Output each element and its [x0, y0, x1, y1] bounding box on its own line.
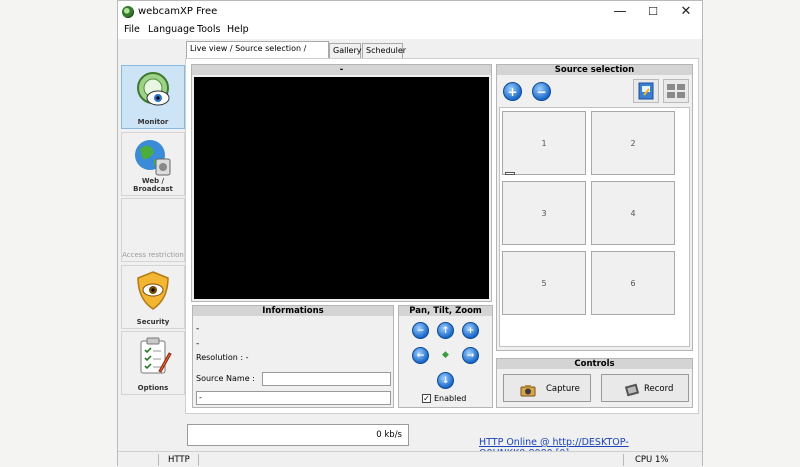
sidebar-item-access-restriction[interactable]: Access restriction: [121, 198, 185, 262]
zoom-out-button[interactable]: −: [412, 322, 429, 339]
controls-title: Controls: [497, 359, 692, 369]
preview-title: -: [192, 65, 491, 75]
info-line-1: -: [196, 324, 200, 334]
ptz-title: Pan, Tilt, Zoom: [399, 306, 492, 316]
sidebar-item-label: Web / Broadcast: [133, 177, 173, 193]
live-preview-panel: -: [191, 64, 492, 302]
tab-live-view[interactable]: Live view / Source selection / Controls: [186, 41, 329, 66]
status-separator: [198, 454, 199, 466]
arrow-right-icon: →: [466, 351, 475, 361]
ptz-panel: Pan, Tilt, Zoom − ↑ + ← ◆ → ↓ ✓ Enabled: [398, 305, 493, 408]
capture-button[interactable]: Capture: [503, 374, 591, 402]
zoom-in-button[interactable]: +: [462, 322, 479, 339]
record-button[interactable]: Record: [601, 374, 689, 402]
remove-source-button[interactable]: −: [532, 82, 551, 101]
globe-icon: [135, 140, 171, 176]
info-line-2: -: [196, 339, 200, 349]
menu-bar: File Language Tools Help: [118, 23, 702, 39]
bandwidth-value: 0 kb/s: [376, 430, 402, 440]
menu-file[interactable]: File: [124, 24, 140, 35]
ptz-center-button[interactable]: ◆: [437, 347, 454, 364]
arrow-left-icon: ←: [416, 351, 425, 361]
tilt-up-button[interactable]: ↑: [437, 322, 454, 339]
source-slot-6[interactable]: 6: [591, 251, 675, 315]
source-slot-1[interactable]: 1: [502, 111, 586, 175]
pan-left-button[interactable]: ←: [412, 347, 429, 364]
sidebar-item-label: Monitor: [137, 118, 169, 126]
app-window: webcamXP Free — ☐ ✕ File Language Tools …: [117, 0, 703, 467]
grid-layout-icon: [667, 84, 685, 98]
source-name-label: Source Name :: [196, 374, 255, 383]
status-protocol: HTTP: [168, 455, 190, 465]
source-selection-panel: Source selection + − 1 2 3 4 5 6: [496, 64, 693, 351]
title-bar: webcamXP Free — ☐ ✕: [118, 1, 702, 23]
add-source-button[interactable]: +: [503, 82, 522, 101]
informations-title: Informations: [193, 306, 393, 316]
arrow-down-icon: ↓: [441, 376, 450, 386]
checkmark-icon: ✓: [423, 394, 430, 403]
arrow-up-icon: ↑: [441, 326, 450, 336]
source-slot-3[interactable]: 3: [502, 181, 586, 245]
tilt-down-button[interactable]: ↓: [437, 372, 454, 389]
grid-layout-button[interactable]: [663, 79, 689, 103]
close-button[interactable]: ✕: [669, 3, 703, 21]
source-slot-2[interactable]: 2: [591, 111, 675, 175]
sidebar-item-options[interactable]: Options: [121, 331, 185, 395]
menu-language[interactable]: Language: [148, 24, 195, 35]
camera-icon: [520, 381, 536, 397]
status-bar: HTTP CPU 1%: [118, 451, 702, 467]
tab-scheduler[interactable]: Scheduler: [362, 43, 406, 58]
window-title: webcamXP Free: [138, 6, 218, 17]
center-dot-icon: ◆: [442, 350, 449, 360]
plus-icon: +: [507, 85, 518, 99]
ptz-enabled-label: Enabled: [434, 394, 467, 403]
minimize-button[interactable]: —: [603, 3, 637, 21]
controls-panel: Controls Capture Record: [496, 358, 693, 408]
slot-active-indicator: [505, 172, 515, 175]
resolution-text: Resolution : -: [196, 353, 249, 362]
status-separator: [623, 454, 624, 466]
menu-help[interactable]: Help: [227, 24, 249, 35]
source-properties-button[interactable]: [633, 79, 659, 103]
informations-panel: Informations - - Resolution : - Source N…: [192, 305, 394, 408]
zoom-out-icon: −: [416, 326, 425, 336]
sidebar-item-monitor[interactable]: Monitor: [121, 65, 185, 129]
capture-label: Capture: [546, 384, 580, 394]
sidebar-item-label: Security: [136, 318, 170, 326]
source-slot-5[interactable]: 5: [502, 251, 586, 315]
shield-icon: [137, 271, 169, 310]
pan-right-button[interactable]: →: [462, 347, 479, 364]
source-name-field[interactable]: [262, 372, 391, 386]
sidebar-item-label: Options: [137, 384, 169, 392]
film-icon: [624, 381, 640, 397]
minus-icon: −: [536, 85, 547, 99]
monitor-icon: [137, 72, 170, 106]
maximize-button[interactable]: ☐: [636, 3, 670, 21]
status-cpu: CPU 1%: [635, 455, 669, 465]
source-url-field[interactable]: -: [196, 391, 391, 405]
sidebar-item-web-broadcast[interactable]: Web / Broadcast: [121, 132, 185, 196]
source-slot-4[interactable]: 4: [591, 181, 675, 245]
webcam-app-icon: [122, 6, 134, 18]
record-label: Record: [644, 384, 674, 394]
tab-strip: Live view / Source selection / Controls …: [118, 39, 702, 66]
sidebar-item-security[interactable]: Security: [121, 265, 185, 329]
status-separator: [158, 454, 159, 466]
bandwidth-box: 0 kb/s: [187, 424, 409, 446]
tab-gallery[interactable]: Gallery: [329, 43, 362, 58]
ptz-enabled-checkbox[interactable]: ✓: [422, 394, 431, 403]
source-settings-icon: [638, 82, 654, 100]
menu-tools[interactable]: Tools: [197, 24, 220, 35]
clipboard-icon: [140, 337, 172, 374]
zoom-in-icon: +: [466, 326, 475, 336]
source-selection-title: Source selection: [497, 65, 692, 75]
sidebar-item-label: Access restriction: [122, 251, 184, 259]
video-view[interactable]: [194, 77, 489, 299]
